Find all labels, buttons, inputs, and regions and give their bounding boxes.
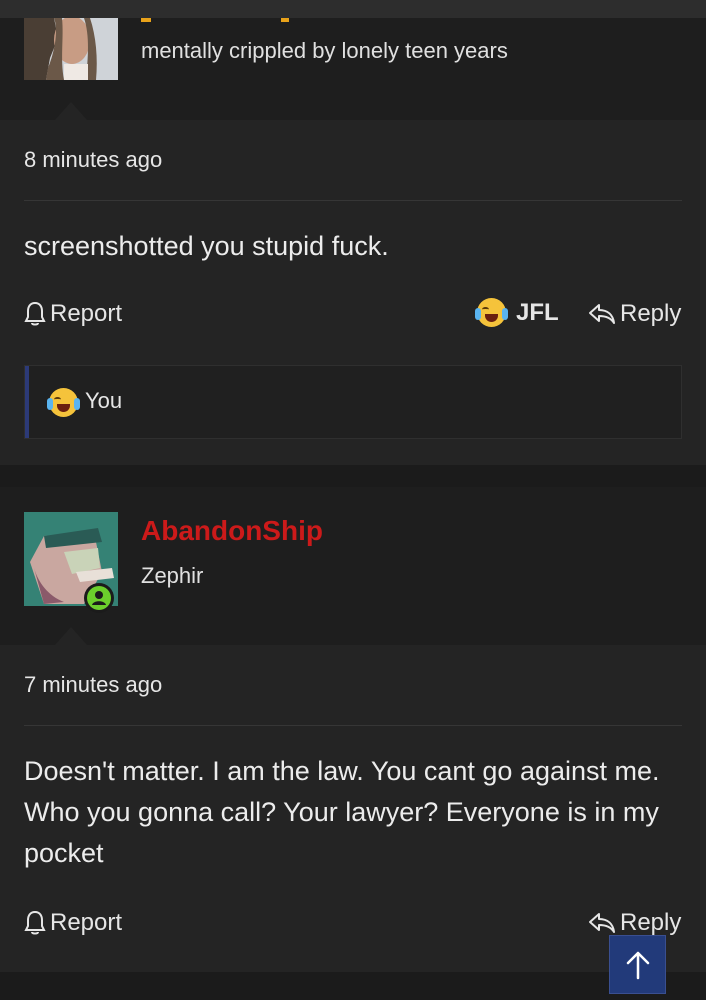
bell-icon xyxy=(24,910,46,935)
online-status-indicator xyxy=(84,583,114,613)
post2-user-block: AbandonShip Zephir xyxy=(0,487,706,646)
crying-laughing-emoji-icon xyxy=(475,298,508,327)
post2-username[interactable]: AbandonShip xyxy=(141,515,323,547)
post1-user-block: mentally crippled by lonely teen years xyxy=(0,18,706,121)
post2-user-title: Zephir xyxy=(141,563,204,588)
top-bar xyxy=(0,0,706,18)
post1-timestamp[interactable]: 8 minutes ago xyxy=(24,147,162,173)
post1-user-title: mentally crippled by lonely teen years xyxy=(141,38,508,63)
bell-icon xyxy=(24,301,46,326)
post1-username-clipped[interactable] xyxy=(141,18,291,22)
crying-laughing-emoji-icon xyxy=(47,388,80,417)
post1-caret xyxy=(55,102,87,120)
post1-message: screenshotted you stupid fuck. xyxy=(24,231,389,261)
post2-caret xyxy=(55,627,87,645)
post2-reply-button[interactable]: Reply xyxy=(588,909,681,937)
post1-avatar[interactable] xyxy=(24,18,118,80)
post1-reply-label: Reply xyxy=(620,300,682,327)
reply-arrow-icon xyxy=(589,913,615,933)
post1-reactions-summary[interactable]: You xyxy=(24,365,682,439)
post1-reaction-label: JFL xyxy=(516,298,559,326)
post2-report-label: Report xyxy=(50,909,123,936)
post1-body: 8 minutes ago screenshotted you stupid f… xyxy=(0,120,706,465)
user-icon xyxy=(92,591,106,605)
post2-reply-label: Reply xyxy=(620,909,682,936)
post1-report-label: Report xyxy=(50,300,123,327)
post2-body: 7 minutes ago Doesn't matter. I am the l… xyxy=(0,645,706,972)
post1-report-button[interactable]: Report xyxy=(24,300,122,328)
arrow-up-icon xyxy=(626,951,649,979)
post1-reaction-summary-text: You xyxy=(85,388,123,413)
reactions-accent xyxy=(25,366,29,438)
scroll-to-top-button[interactable] xyxy=(609,935,666,994)
post1-reaction-button[interactable]: JFL xyxy=(475,298,559,327)
post2-divider xyxy=(24,725,682,726)
post2-report-button[interactable]: Report xyxy=(24,909,122,937)
reply-arrow-icon xyxy=(589,304,615,324)
post1-divider xyxy=(24,200,682,201)
post2-timestamp[interactable]: 7 minutes ago xyxy=(24,672,162,698)
post2-message: Doesn't matter. I am the law. You cant g… xyxy=(24,756,660,868)
post1-reply-button[interactable]: Reply xyxy=(588,300,681,328)
